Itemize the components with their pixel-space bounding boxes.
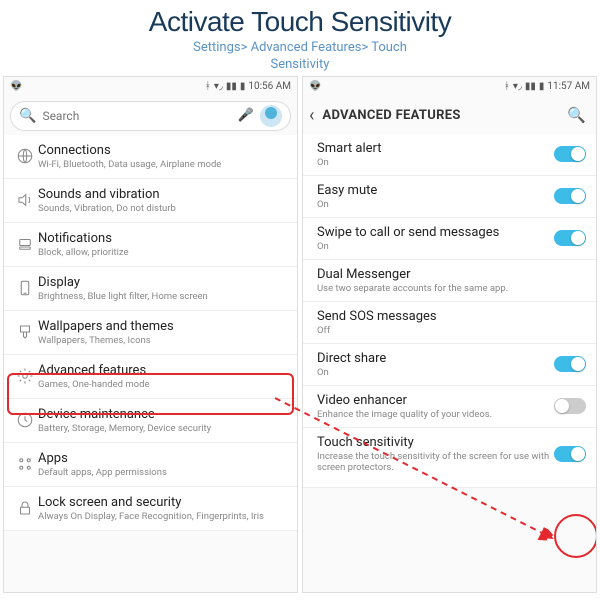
status-bar: 👽 ᚼ ▾◞ ▮▮ ▮ 11:57 AM [303,77,596,97]
lock-icon [12,499,38,517]
search-icon: 🔍 [19,108,36,124]
back-icon[interactable]: ‹ [309,105,314,126]
notifications-icon [12,235,38,253]
breadcrumb: Settings> Advanced Features> Touch Sensi… [0,40,600,74]
toggle-touch-sensitivity[interactable] [554,446,586,462]
toggle-video-enhancer[interactable] [554,398,586,414]
search-input[interactable] [42,109,237,123]
avatar[interactable] [260,105,282,127]
reddit-icon: 👽 [10,81,22,92]
row-sos[interactable]: Send SOS messagesOff [303,302,596,344]
signal-icon: ▮▮ [226,81,237,92]
screen-header: ‹ ADVANCED FEATURES 🔍 [303,97,596,134]
brush-icon [12,323,38,341]
toggle-easy-mute[interactable] [554,188,586,204]
wifi-icon: ▾◞ [513,81,522,92]
row-easy-mute[interactable]: Easy muteOn [303,176,596,218]
row-sub: Wi-Fi, Bluetooth, Data usage, Airplane m… [38,159,291,170]
connections-icon [12,147,38,165]
toggle-smart-alert[interactable] [554,146,586,162]
clock: 10:56 AM [248,81,291,92]
row-smart-alert[interactable]: Smart alertOn [303,134,596,176]
toggle-swipe-call[interactable] [554,230,586,246]
features-list: Smart alertOn Easy muteOn Swipe to call … [303,134,596,592]
screen-title: ADVANCED FEATURES [322,108,460,123]
apps-icon [12,455,38,473]
row-connections[interactable]: ConnectionsWi-Fi, Bluetooth, Data usage,… [4,135,297,179]
clock: 11:57 AM [547,81,590,92]
tutorial-header: Activate Touch Sensitivity Settings> Adv… [0,0,600,76]
row-video-enhancer[interactable]: Video enhancerEnhance the image quality … [303,386,596,428]
row-touch-sensitivity[interactable]: Touch sensitivityIncrease the touch sens… [303,428,596,488]
bluetooth-icon: ᚼ [504,81,510,92]
battery-icon: ▮ [539,81,545,92]
reddit-icon: 👽 [309,81,321,92]
screenshot-advanced-features: 👽 ᚼ ▾◞ ▮▮ ▮ 11:57 AM ‹ ADVANCED FEATURES… [302,76,597,593]
row-wallpapers[interactable]: Wallpapers and themesWallpapers, Themes,… [4,311,297,355]
search-icon[interactable]: 🔍 [567,106,586,124]
status-bar: 👽 ᚼ ▾◞ ▮▮ ▮ 10:56 AM [4,77,297,97]
row-swipe-call[interactable]: Swipe to call or send messagesOn [303,218,596,260]
row-advanced-features[interactable]: Advanced featuresGames, One-handed mode [4,355,297,399]
speaker-icon [12,191,38,209]
gear-icon [12,367,38,385]
display-icon [12,279,38,297]
row-dual-messenger[interactable]: Dual MessengerUse two separate accounts … [303,260,596,302]
search-bar[interactable]: 🔍 🎤 [10,101,291,131]
row-apps[interactable]: AppsDefault apps, App permissions [4,443,297,487]
row-display[interactable]: DisplayBrightness, Blue light filter, Ho… [4,267,297,311]
signal-icon: ▮▮ [525,81,536,92]
maintenance-icon [12,411,38,429]
screenshot-settings: 👽 ᚼ ▾◞ ▮▮ ▮ 10:56 AM 🔍 🎤 ConnectionsWi-F… [3,76,298,593]
wifi-icon: ▾◞ [214,81,223,92]
bluetooth-icon: ᚼ [205,81,211,92]
battery-icon: ▮ [240,81,246,92]
row-notifications[interactable]: NotificationsBlock, allow, prioritize [4,223,297,267]
toggle-direct-share[interactable] [554,356,586,372]
row-title: Connections [38,143,291,158]
settings-list: ConnectionsWi-Fi, Bluetooth, Data usage,… [4,135,297,592]
row-direct-share[interactable]: Direct shareOn [303,344,596,386]
page-title: Activate Touch Sensitivity [0,6,600,38]
mic-icon[interactable]: 🎤 [238,108,254,123]
row-device-maintenance[interactable]: Device maintenanceBattery, Storage, Memo… [4,399,297,443]
row-lockscreen[interactable]: Lock screen and securityAlways On Displa… [4,487,297,531]
row-sounds[interactable]: Sounds and vibrationSounds, Vibration, D… [4,179,297,223]
